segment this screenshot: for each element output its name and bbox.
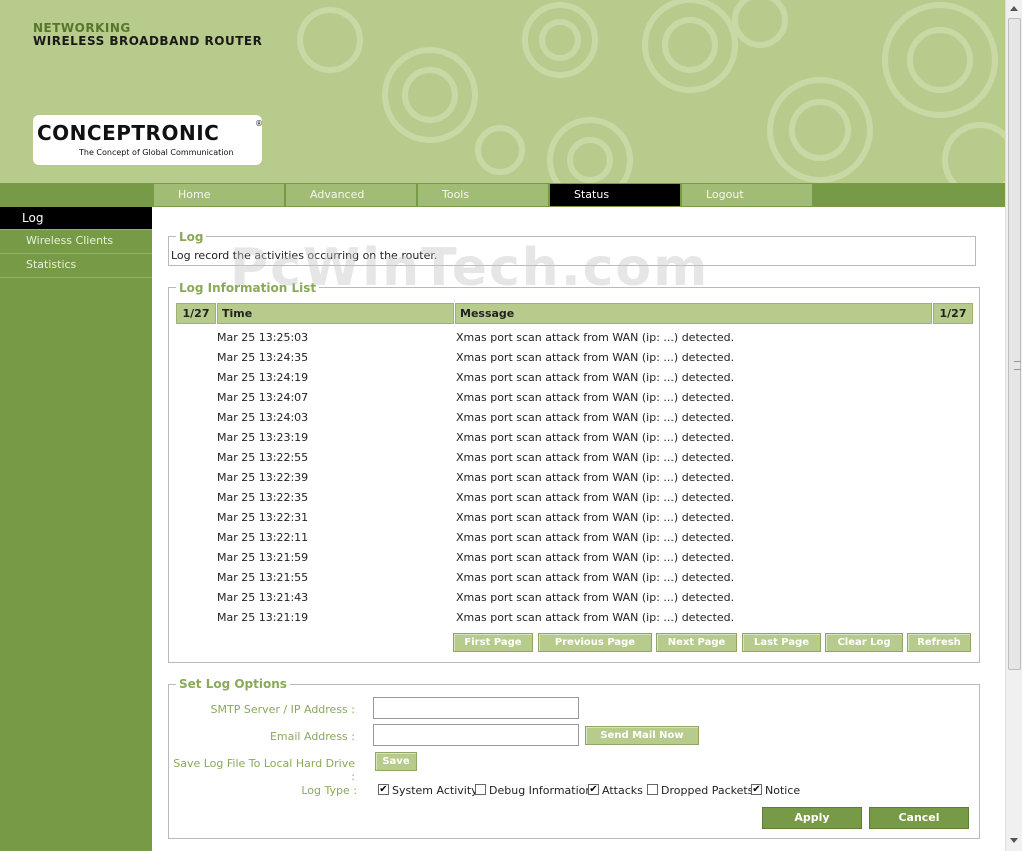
previous-page-button[interactable]: Previous Page [538, 633, 652, 652]
scroll-down-arrow-icon[interactable] [1010, 838, 1018, 843]
tab-logout[interactable]: Logout [682, 184, 812, 206]
log-row-message: Xmas port scan attack from WAN (ip: ...)… [456, 551, 735, 564]
log-row-message: Xmas port scan attack from WAN (ip: ...)… [456, 591, 735, 604]
email-address-input[interactable] [373, 724, 579, 746]
log-row-time: Mar 25 13:22:11 [217, 531, 309, 544]
log-row-message: Xmas port scan attack from WAN (ip: ...)… [456, 411, 735, 424]
sidebar-item-wireless-clients[interactable]: Wireless Clients [0, 230, 152, 252]
log-row-message: Xmas port scan attack from WAN (ip: ...)… [456, 391, 735, 404]
log-type-checkbox[interactable]: ✔ [378, 784, 389, 795]
product-name: WIRELESS BROADBAND ROUTER [33, 34, 263, 48]
registered-mark: ® [255, 119, 263, 128]
vertical-scrollbar[interactable] [1005, 0, 1022, 851]
log-row-time: Mar 25 13:24:03 [217, 411, 309, 424]
brand-tagline: The Concept of Global Communication [79, 148, 234, 157]
log-type-label-text: Notice [765, 784, 801, 797]
networking-label: NETWORKING [33, 21, 131, 35]
log-type-label-text: System Activity [392, 784, 478, 797]
tab-tools[interactable]: Tools [418, 184, 548, 206]
column-header-time: Time [217, 303, 454, 324]
log-type-label-text: Dropped Packets [661, 784, 754, 797]
grip-icon [1014, 361, 1021, 370]
log-row-message: Xmas port scan attack from WAN (ip: ...)… [456, 451, 735, 464]
log-type-label-text: Debug Information [489, 784, 593, 797]
log-row-time: Mar 25 13:22:35 [217, 491, 309, 504]
log-row-message: Xmas port scan attack from WAN (ip: ...)… [456, 531, 735, 544]
brand-name: CONCEPTRONIC [37, 121, 220, 145]
smtp-label: SMTP Server / IP Address : [210, 703, 355, 716]
log-type-checkbox[interactable]: ✔ [588, 784, 599, 795]
log-type-checkbox[interactable] [475, 784, 486, 795]
log-row-message: Xmas port scan attack from WAN (ip: ...)… [456, 351, 735, 364]
tab-advanced[interactable]: Advanced [286, 184, 416, 206]
log-row-time: Mar 25 13:21:19 [217, 611, 309, 624]
log-row-time: Mar 25 13:21:59 [217, 551, 309, 564]
log-row-message: Xmas port scan attack from WAN (ip: ...)… [456, 431, 735, 444]
log-row-time: Mar 25 13:23:19 [217, 431, 309, 444]
log-row-time: Mar 25 13:22:39 [217, 471, 309, 484]
sidebar-divider [0, 277, 152, 278]
log-row-time: Mar 25 13:21:43 [217, 591, 309, 604]
log-type-checkbox[interactable]: ✔ [751, 784, 762, 795]
sidebar [0, 207, 152, 851]
log-row-time: Mar 25 13:21:55 [217, 571, 309, 584]
log-row-message: Xmas port scan attack from WAN (ip: ...)… [456, 571, 735, 584]
cancel-button[interactable]: Cancel [869, 807, 969, 829]
sidebar-item-log[interactable]: Log [0, 207, 152, 229]
conceptronic-logo: CONCEPTRONIC ® The Concept of Global Com… [33, 115, 263, 165]
email-label: Email Address : [269, 730, 355, 743]
first-page-button[interactable]: First Page [453, 633, 533, 652]
save-log-button[interactable]: Save [375, 752, 417, 771]
log-row-time: Mar 25 13:24:35 [217, 351, 309, 364]
scroll-up-arrow-icon[interactable] [1010, 6, 1018, 11]
tab-home[interactable]: Home [154, 184, 284, 206]
save-log-label: Save Log File To Local Hard Drive : [173, 757, 355, 783]
column-header-message: Message [455, 303, 932, 324]
page-indicator-right: 1/27 [933, 303, 973, 324]
log-row-message: Xmas port scan attack from WAN (ip: ...)… [456, 371, 735, 384]
smtp-server-input[interactable] [373, 697, 579, 719]
log-row-message: Xmas port scan attack from WAN (ip: ...)… [456, 511, 735, 524]
apply-button[interactable]: Apply [762, 807, 862, 829]
log-type-label: Log Type : [301, 784, 357, 797]
log-row-message: Xmas port scan attack from WAN (ip: ...)… [456, 471, 735, 484]
last-page-button[interactable]: Last Page [742, 633, 821, 652]
log-list-legend: Log Information List [176, 281, 320, 295]
log-row-message: Xmas port scan attack from WAN (ip: ...)… [456, 491, 735, 504]
log-row-time: Mar 25 13:24:19 [217, 371, 309, 384]
log-description: Log record the activities occurring on t… [171, 249, 438, 262]
log-row-message: Xmas port scan attack from WAN (ip: ...)… [456, 331, 735, 344]
tab-status[interactable]: Status [550, 184, 680, 206]
log-row-message: Xmas port scan attack from WAN (ip: ...)… [456, 611, 735, 624]
clear-log-button[interactable]: Clear Log [825, 633, 903, 652]
sidebar-item-statistics[interactable]: Statistics [0, 254, 152, 276]
log-row-time: Mar 25 13:25:03 [217, 331, 309, 344]
send-mail-now-button[interactable]: Send Mail Now [585, 726, 699, 745]
page-header: NETWORKING WIRELESS BROADBAND ROUTER CON… [0, 0, 1005, 183]
page-indicator-left: 1/27 [176, 303, 216, 324]
log-type-label-text: Attacks [602, 784, 643, 797]
log-row-time: Mar 25 13:22:31 [217, 511, 309, 524]
log-row-time: Mar 25 13:24:07 [217, 391, 309, 404]
refresh-button[interactable]: Refresh [907, 633, 971, 652]
log-options-legend: Set Log Options [176, 677, 290, 691]
scrollbar-thumb[interactable] [1008, 18, 1021, 670]
log-type-checkbox[interactable] [647, 784, 658, 795]
next-page-button[interactable]: Next Page [656, 633, 737, 652]
log-row-time: Mar 25 13:22:55 [217, 451, 309, 464]
log-legend: Log [176, 230, 207, 244]
